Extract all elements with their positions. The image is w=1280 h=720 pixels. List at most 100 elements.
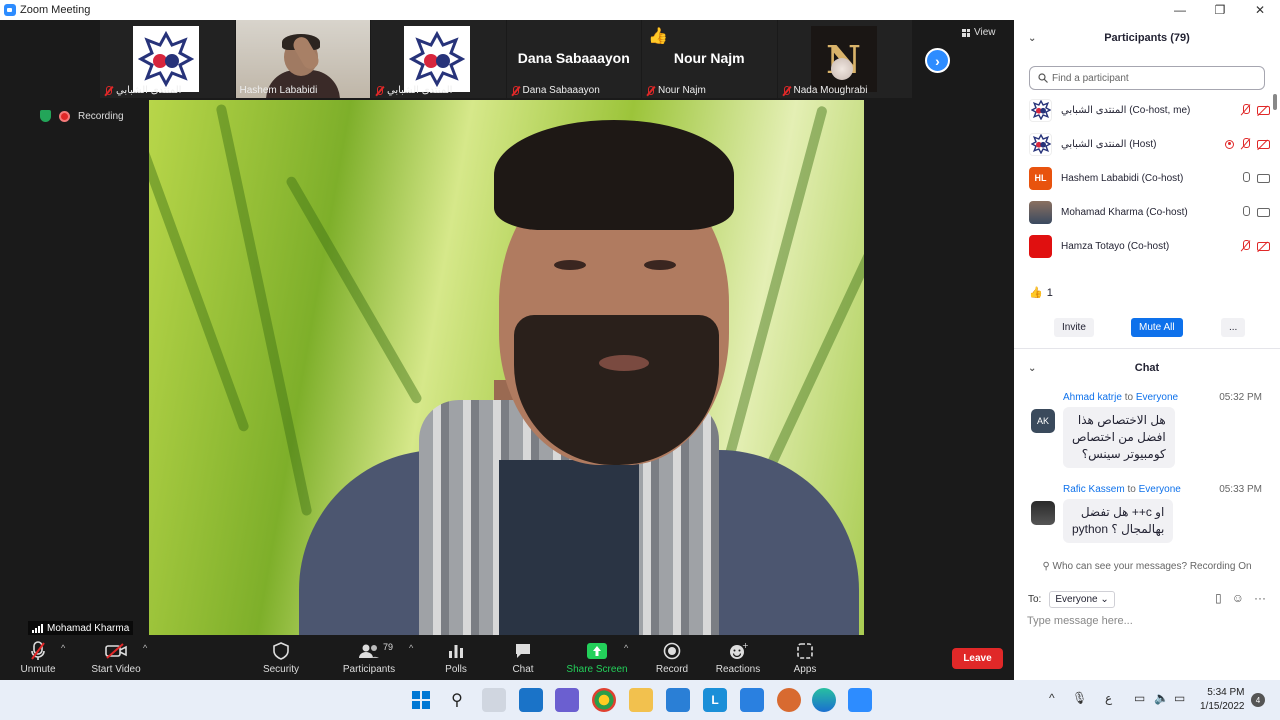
share-screen-label: Share Screen — [566, 664, 628, 675]
participants-options-caret-icon[interactable]: ^ — [409, 643, 413, 653]
mic-off-icon — [104, 85, 113, 96]
lync-icon[interactable]: L — [703, 688, 727, 712]
maximize-button[interactable]: ❐ — [1200, 0, 1240, 20]
mail-icon[interactable] — [666, 688, 690, 712]
mic-off-icon[interactable] — [1241, 104, 1250, 116]
mic-off-icon[interactable] — [1241, 138, 1250, 150]
recording-label[interactable]: Recording — [78, 111, 124, 122]
participant-row[interactable]: Mohamad Kharma (Co-host) — [1014, 195, 1270, 229]
tile-name: Hashem Lababidi — [239, 85, 318, 96]
camera-off-icon[interactable] — [1257, 105, 1270, 115]
participant-search-input[interactable]: Find a participant — [1029, 66, 1265, 90]
notification-badge[interactable]: 4 — [1251, 693, 1265, 707]
volume-icon[interactable]: 🔈 — [1154, 691, 1169, 705]
security-button[interactable]: Security — [258, 635, 304, 680]
chevron-up-icon[interactable]: ^ — [1049, 691, 1055, 705]
share-screen-button[interactable]: Share Screen — [565, 635, 629, 680]
message-line: هل الاختصاص هذا — [1077, 413, 1166, 427]
teams-chat-icon[interactable] — [555, 688, 579, 712]
message-recipient: Everyone — [1138, 484, 1181, 495]
mic-icon[interactable] — [1241, 172, 1250, 184]
participant-row[interactable]: المنتدى الشبابي (Host) — [1014, 127, 1270, 161]
apps-label: Apps — [793, 664, 817, 675]
chevron-down-icon[interactable]: ⌄ — [1028, 363, 1036, 374]
file-explorer-icon[interactable] — [629, 688, 653, 712]
more-options-button[interactable]: ... — [1221, 318, 1246, 337]
invite-button[interactable]: Invite — [1054, 318, 1094, 337]
file-icon[interactable]: ▯ — [1215, 591, 1222, 605]
record-button[interactable]: Record — [653, 635, 691, 680]
view-button[interactable]: View — [962, 27, 996, 38]
thumbnail-tile[interactable]: المنتدى الشبابي — [371, 20, 506, 98]
unmute-button[interactable]: Unmute — [18, 635, 58, 680]
recipient-select[interactable]: Everyone ⌄ — [1049, 591, 1115, 608]
video-options-caret-icon[interactable]: ^ — [143, 643, 147, 653]
clock-time: 5:34 PM — [1207, 687, 1245, 698]
chat-input[interactable]: Type message here... — [1027, 615, 1133, 627]
paint-icon[interactable] — [777, 688, 801, 712]
chevron-down-icon[interactable]: ⌄ — [1028, 33, 1036, 44]
message-sender[interactable]: Ahmad katrje — [1063, 392, 1122, 403]
mute-all-button[interactable]: Mute All — [1131, 318, 1183, 337]
clock[interactable]: 5:34 PM 1/15/2022 — [1200, 686, 1245, 714]
mic-off-icon[interactable] — [1241, 240, 1250, 252]
camera-icon[interactable] — [1257, 173, 1270, 183]
start-video-button[interactable]: Start Video — [88, 635, 144, 680]
thumbnail-tile[interactable]: 👍 Nour Najm Nour Najm — [642, 20, 777, 98]
next-page-arrow-icon[interactable]: › — [925, 48, 950, 73]
camera-icon[interactable] — [1257, 207, 1270, 217]
audio-options-caret-icon[interactable]: ^ — [61, 643, 65, 653]
minimize-button[interactable]: — — [1160, 0, 1200, 20]
leave-button[interactable]: Leave — [952, 648, 1003, 669]
start-menu-icon[interactable] — [409, 688, 433, 712]
window-controls: — ❐ ✕ — [1160, 0, 1280, 20]
encryption-shield-icon[interactable] — [40, 110, 51, 122]
mic-icon[interactable]: 🎙 — [1072, 691, 1087, 705]
edge-icon[interactable] — [812, 688, 836, 712]
chat-button[interactable]: Chat — [507, 635, 539, 680]
close-button[interactable]: ✕ — [1240, 0, 1280, 20]
task-view-icon[interactable] — [482, 688, 506, 712]
participant-row[interactable]: Hamza Totayo (Co-host) — [1014, 229, 1270, 263]
search-icon[interactable]: ⚲ — [445, 688, 469, 712]
thumbnail-tile[interactable]: المنتدى الشبابي — [100, 20, 235, 98]
security-label: Security — [262, 664, 300, 675]
more-icon[interactable]: ··· — [1254, 591, 1266, 605]
tile-name: المنتدى الشبابي — [387, 85, 453, 96]
chevron-down-icon: ⌄ — [1100, 594, 1109, 605]
message-sender[interactable]: Rafic Kassem — [1063, 484, 1125, 495]
app-icon[interactable] — [740, 688, 764, 712]
mic-icon[interactable] — [1241, 206, 1250, 218]
title-bar: Zoom Meeting — ❐ ✕ — [0, 0, 1280, 20]
battery-icon[interactable]: ▭ — [1174, 691, 1185, 705]
widgets-icon[interactable] — [519, 688, 543, 712]
recipient-value: Everyone — [1055, 594, 1098, 605]
meeting-status: Recording — [40, 110, 124, 122]
chat-title: Chat — [1134, 362, 1160, 374]
mic-off-icon — [375, 85, 384, 96]
thumbnail-tile[interactable]: N Nada Moughrabi — [777, 20, 912, 98]
apps-icon — [797, 640, 813, 662]
person-icon: ⚲ — [1042, 561, 1053, 572]
share-options-caret-icon[interactable]: ^ — [624, 643, 628, 653]
chrome-icon[interactable] — [592, 688, 616, 712]
mic-off-icon — [511, 85, 520, 96]
thumbnail-tile[interactable]: Hashem Lababidi — [235, 20, 370, 98]
network-icon[interactable]: ▭ — [1134, 691, 1145, 705]
participant-row[interactable]: HL Hashem Lababidi (Co-host) — [1014, 161, 1270, 195]
reactions-button[interactable]: + Reactions — [714, 635, 762, 680]
language-indicator[interactable]: ع — [1105, 691, 1112, 705]
camera-off-icon[interactable] — [1257, 241, 1270, 251]
emoji-icon[interactable]: ☺ — [1232, 591, 1244, 605]
participants-scrollbar[interactable] — [1273, 94, 1277, 110]
participants-title: Participants (79) — [1104, 32, 1190, 44]
apps-button[interactable]: Apps — [790, 635, 820, 680]
zoom-taskbar-icon[interactable] — [848, 688, 872, 712]
polls-icon — [448, 640, 464, 662]
who-can-see-link[interactable]: ⚲ Who can see your messages? Recording O… — [1014, 561, 1280, 572]
thumbnail-tile[interactable]: Dana Sabaaayon Dana Sabaaayon — [506, 20, 641, 98]
chat-message: او c++ هل تفضل بهالمجال ؟ python — [1063, 499, 1174, 543]
participant-row[interactable]: المنتدى الشبابي (Co-host, me) — [1014, 93, 1270, 127]
camera-off-icon[interactable] — [1257, 139, 1270, 149]
polls-button[interactable]: Polls — [440, 635, 472, 680]
